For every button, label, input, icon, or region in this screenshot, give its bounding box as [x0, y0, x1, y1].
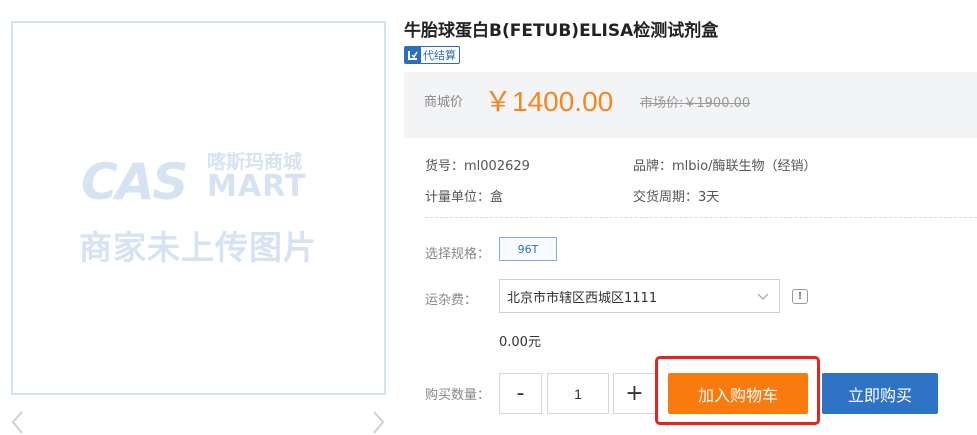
product-title: 牛胎球蛋白B(FETUB)ELISA检测试剂盒	[404, 21, 719, 41]
product-sku: 货号：ml002629	[425, 159, 530, 174]
settlement-badge: 代结算	[404, 46, 460, 64]
product-unit: 计量单位：盒	[425, 190, 504, 205]
market-price: 市场价:￥1900.00	[640, 96, 751, 111]
quantity-input[interactable]	[547, 373, 609, 414]
casmart-logo-cas: CAS	[81, 153, 188, 211]
quantity-decrease-button[interactable]: -	[499, 373, 542, 414]
thumbnail-next-icon[interactable]	[368, 410, 388, 435]
casmart-logo-mart: MART	[207, 169, 307, 204]
quantity-increase-button[interactable]: +	[613, 373, 656, 414]
no-image-placeholder: CAS 喀斯玛商城 MART 商家未上传图片	[79, 147, 324, 267]
settlement-icon	[405, 47, 421, 63]
freight-value: 0.00元	[499, 335, 541, 350]
divider	[425, 217, 977, 218]
spec-label: 选择规格：	[425, 247, 491, 262]
thumbnail-prev-icon[interactable]	[8, 410, 28, 435]
product-image-panel: CAS 喀斯玛商城 MART 商家未上传图片	[11, 21, 386, 395]
delivery-period: 交货周期：3天	[633, 190, 720, 205]
address-select-value: 北京市市辖区西城区1111	[507, 290, 658, 306]
buy-now-button[interactable]: 立即购买	[822, 373, 938, 414]
no-image-note: 商家未上传图片	[79, 228, 317, 267]
add-to-cart-button[interactable]: 加入购物车	[668, 373, 808, 414]
freight-info-icon[interactable]: !	[792, 289, 808, 304]
spec-option-96t[interactable]: 96T	[499, 237, 557, 261]
mall-price: ￥1400.00	[484, 86, 614, 117]
price-label: 商城价	[424, 95, 464, 110]
product-brand: 品牌：mlbio/酶联生物（经销）	[633, 159, 817, 174]
address-select[interactable]: 北京市市辖区西城区1111	[499, 279, 780, 313]
quantity-label: 购买数量：	[425, 388, 491, 403]
freight-label: 运杂费：	[425, 293, 478, 308]
settlement-badge-label: 代结算	[423, 49, 456, 62]
chevron-down-icon	[757, 293, 769, 300]
price-box: 商城价 ￥1400.00 市场价:￥1900.00	[404, 72, 977, 138]
